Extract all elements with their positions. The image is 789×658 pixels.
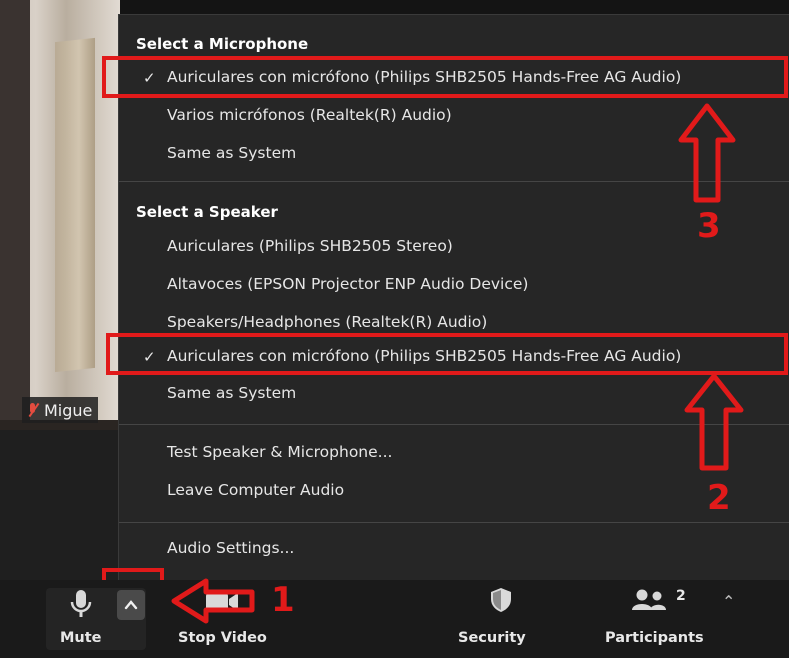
annotation-arrow-up-icon <box>677 102 737 204</box>
menu-divider <box>119 522 789 523</box>
speaker-item-realtek[interactable]: Speakers/Headphones (Realtek(R) Audio) <box>167 313 487 331</box>
leave-computer-audio-item[interactable]: Leave Computer Audio <box>167 481 344 499</box>
speaker-item-epson[interactable]: Altavoces (EPSON Projector ENP Audio Dev… <box>167 275 528 293</box>
participant-name: Migue <box>44 400 93 420</box>
participants-icon[interactable] <box>630 588 668 616</box>
video-gap-area <box>0 430 120 580</box>
annotation-arrow-up-icon <box>683 372 745 472</box>
test-speaker-mic-item[interactable]: Test Speaker & Microphone... <box>167 443 392 461</box>
speaker-section-title: Select a Speaker <box>136 203 278 221</box>
mic-item-realtek[interactable]: Varios micrófonos (Realtek(R) Audio) <box>167 106 452 124</box>
mic-item-same-as-system[interactable]: Same as System <box>167 144 296 162</box>
participants-count: 2 <box>676 588 686 604</box>
participants-caret-icon[interactable]: ⌃ <box>722 592 735 611</box>
participant-name-tag: Migue <box>22 397 99 423</box>
microphone-icon[interactable] <box>68 588 94 624</box>
annotation-number-1: 1 <box>271 580 295 620</box>
security-label[interactable]: Security <box>458 630 526 646</box>
highlight-mic-selection <box>102 56 788 98</box>
speaker-item-philips-stereo[interactable]: Auriculares (Philips SHB2505 Stereo) <box>167 237 453 255</box>
mic-muted-icon <box>26 402 40 418</box>
participants-label[interactable]: Participants <box>605 630 704 646</box>
mic-section-title: Select a Microphone <box>136 35 309 53</box>
annotation-number-2: 2 <box>707 478 731 518</box>
shield-icon[interactable] <box>489 586 513 618</box>
stop-video-label[interactable]: Stop Video <box>178 630 267 646</box>
annotation-number-3: 3 <box>697 206 721 246</box>
annotation-arrow-left-icon <box>170 577 256 625</box>
video-wall-shadow <box>0 0 30 430</box>
speaker-item-same-as-system[interactable]: Same as System <box>167 384 296 402</box>
audio-options-caret-button[interactable] <box>117 590 145 620</box>
video-board <box>55 37 95 373</box>
audio-options-menu: Select a Microphone ✓ Auriculares con mi… <box>118 14 789 583</box>
mute-label[interactable]: Mute <box>60 630 102 646</box>
highlight-speaker-selection <box>106 333 788 375</box>
audio-settings-item[interactable]: Audio Settings... <box>167 539 294 557</box>
